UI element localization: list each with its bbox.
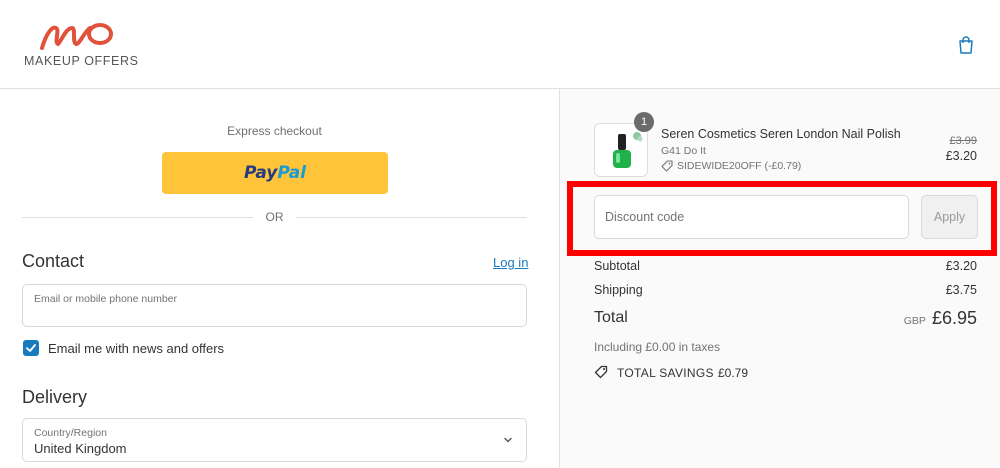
logo-mark-icon (40, 23, 113, 50)
paypal-button[interactable]: PayPal (162, 152, 388, 194)
country-value: United Kingdom (34, 441, 127, 456)
delivery-title: Delivery (22, 387, 88, 407)
country-select[interactable]: Country/Region United Kingdom (22, 418, 527, 462)
savings-value: £0.79 (718, 366, 749, 380)
subtotal-label: Subtotal (594, 259, 640, 273)
chevron-down-icon (504, 437, 512, 443)
total-value: £6.95 (931, 308, 977, 328)
checkout-form: Express checkout PayPal OR Contact Log i… (0, 89, 559, 468)
check-icon (26, 344, 36, 352)
divider-line-right (296, 217, 527, 218)
nail-polish-image (613, 132, 643, 168)
discount-highlight-box (567, 181, 997, 256)
newsletter-checkbox[interactable] (23, 340, 39, 356)
savings-label: TOTAL SAVINGS (617, 366, 714, 380)
quantity-badge: 1 (634, 112, 654, 132)
taxes-note: Including £0.00 in taxes (594, 340, 721, 354)
email-field-label: Email or mobile phone number (34, 293, 177, 305)
product-variant: G41 Do It (661, 145, 706, 157)
store-logo[interactable]: MAKEUP OFFERS (22, 20, 142, 70)
total-label: Total (594, 309, 628, 326)
paypal-logo-part1: Pay (243, 163, 278, 183)
email-field[interactable]: Email or mobile phone number (22, 284, 527, 327)
shopping-bag-icon[interactable] (956, 35, 976, 55)
country-label: Country/Region (34, 427, 107, 439)
order-summary: 1 Seren Cosmetics Seren London Nail Poli… (559, 89, 1000, 468)
paypal-logo-part2: Pal (277, 163, 307, 183)
currency-code: GBP (903, 315, 926, 327)
shipping-label: Shipping (594, 283, 643, 297)
site-header: MAKEUP OFFERS (0, 0, 1000, 89)
product-name: Seren Cosmetics Seren London Nail Polish (661, 127, 901, 141)
tag-icon (594, 365, 608, 379)
product-price: £3.20 (945, 149, 977, 163)
newsletter-label: Email me with news and offers (48, 341, 225, 356)
express-checkout-label: Express checkout (227, 124, 322, 138)
login-link[interactable]: Log in (493, 255, 528, 270)
or-divider: OR (22, 210, 527, 226)
contact-title: Contact (22, 251, 85, 271)
subtotal-value: £3.20 (945, 259, 977, 273)
logo-text: MAKEUP OFFERS (24, 54, 139, 68)
total-amount: GBP £6.95 (840, 308, 977, 329)
tag-icon (661, 160, 673, 172)
applied-discount-text: SIDEWIDE20OFF (-£0.79) (677, 160, 802, 172)
original-price: £3.99 (949, 135, 977, 147)
shipping-value: £3.75 (945, 283, 977, 297)
